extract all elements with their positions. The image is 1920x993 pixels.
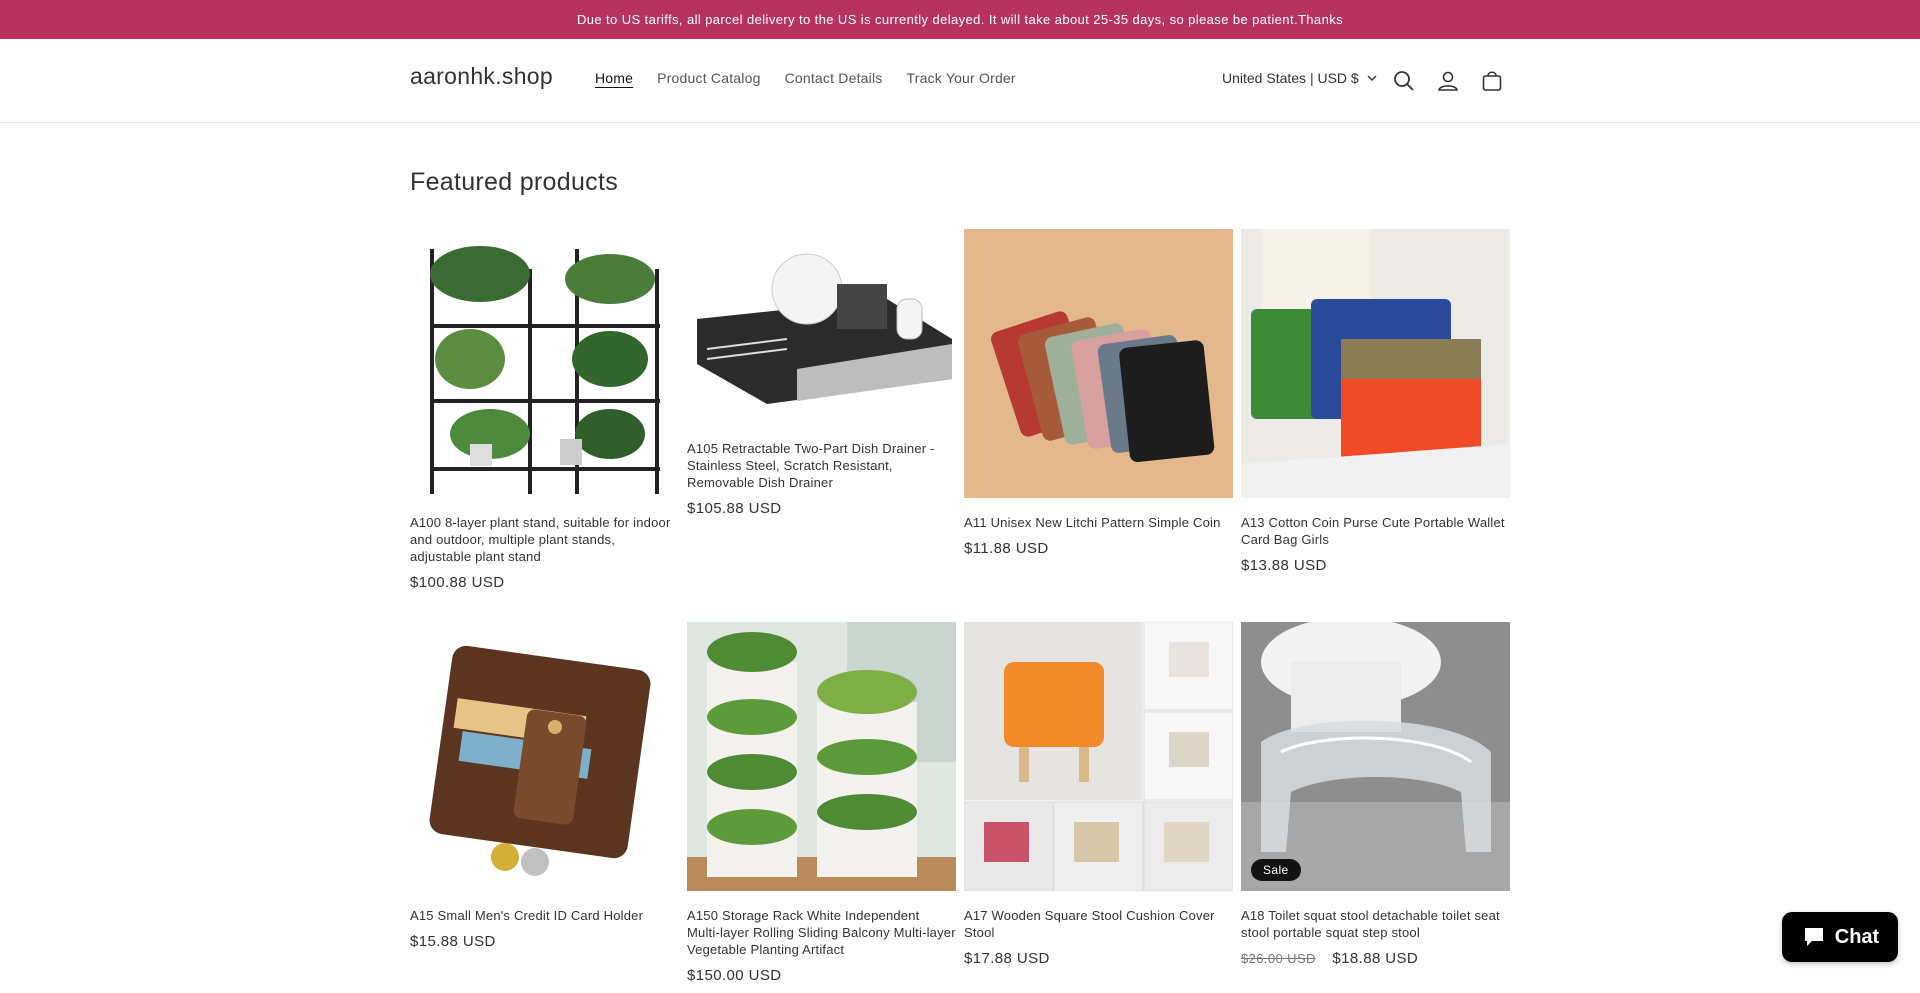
chat-icon: [1804, 928, 1823, 946]
product-card[interactable]: A13 Cotton Coin Purse Cute Portable Wall…: [1241, 229, 1510, 574]
product-card[interactable]: A150 Storage Rack White Independent Mult…: [687, 622, 956, 984]
product-card[interactable]: A17 Wooden Square Stool Cushion Cover St…: [964, 622, 1233, 967]
announcement-bar: Due to US tariffs, all parcel delivery t…: [0, 0, 1920, 39]
featured-products-title: Featured products: [410, 168, 618, 196]
product-image-coin-purse[interactable]: [964, 229, 1233, 498]
product-image-plant-stand[interactable]: [410, 229, 679, 498]
product-card[interactable]: A100 8-layer plant stand, suitable for i…: [410, 229, 679, 591]
main-nav: Home Product Catalog Contact Details Tra…: [595, 70, 1016, 86]
product-card[interactable]: A105 Retractable Two-Part Dish Drainer -…: [687, 229, 956, 517]
nav-track-order[interactable]: Track Your Order: [907, 70, 1016, 86]
product-image-dish-drainer[interactable]: [687, 229, 956, 424]
product-image-wooden-stool[interactable]: [964, 622, 1233, 891]
product-card[interactable]: Sale A18 Toilet squat stool detachable t…: [1241, 622, 1510, 967]
product-image-card-holder[interactable]: [410, 622, 679, 891]
nav-product-catalog[interactable]: Product Catalog: [657, 70, 760, 86]
product-title[interactable]: A18 Toilet squat stool detachable toilet…: [1241, 907, 1510, 941]
product-title[interactable]: A11 Unisex New Litchi Pattern Simple Coi…: [964, 514, 1233, 531]
product-card[interactable]: A11 Unisex New Litchi Pattern Simple Coi…: [964, 229, 1233, 557]
product-price: $105.88 USD: [687, 500, 782, 517]
nav-home[interactable]: Home: [595, 70, 633, 86]
site-header: aaronhk.shop Home Product Catalog Contac…: [0, 39, 1920, 123]
chat-button[interactable]: Chat: [1782, 912, 1898, 962]
product-image-storage-rack[interactable]: [687, 622, 956, 891]
product-title[interactable]: A100 8-layer plant stand, suitable for i…: [410, 514, 679, 565]
product-title[interactable]: A15 Small Men's Credit ID Card Holder: [410, 907, 679, 924]
product-price: $11.88 USD: [964, 540, 1049, 557]
cart-icon[interactable]: [1480, 69, 1504, 93]
country-currency-selector[interactable]: United States | USD $: [1222, 70, 1377, 86]
sale-badge: Sale: [1251, 859, 1301, 881]
product-title[interactable]: A17 Wooden Square Stool Cushion Cover St…: [964, 907, 1233, 941]
chat-label: Chat: [1834, 925, 1880, 948]
product-card[interactable]: A15 Small Men's Credit ID Card Holder $1…: [410, 622, 679, 950]
store-logo[interactable]: aaronhk.shop: [410, 63, 553, 90]
nav-contact-details[interactable]: Contact Details: [785, 70, 883, 86]
product-price: $100.88 USD: [410, 574, 505, 591]
product-sale-price: $18.88 USD: [1332, 950, 1419, 967]
locale-label: United States | USD $: [1222, 70, 1359, 86]
product-price: $13.88 USD: [1241, 557, 1327, 574]
product-title[interactable]: A13 Cotton Coin Purse Cute Portable Wall…: [1241, 514, 1510, 548]
product-title[interactable]: A150 Storage Rack White Independent Mult…: [687, 907, 956, 958]
chevron-down-icon: [1367, 75, 1377, 81]
product-price: $15.88 USD: [410, 933, 496, 950]
product-price: $26.00 USD $18.88 USD: [1241, 950, 1510, 967]
product-image-cotton-purse[interactable]: [1241, 229, 1510, 498]
product-title[interactable]: A105 Retractable Two-Part Dish Drainer -…: [687, 440, 956, 491]
announcement-text: Due to US tariffs, all parcel delivery t…: [576, 12, 1343, 27]
product-price: $17.88 USD: [964, 950, 1050, 967]
account-icon[interactable]: [1436, 69, 1460, 93]
product-compare-price: $26.00 USD: [1241, 951, 1316, 966]
search-icon[interactable]: [1392, 69, 1416, 93]
product-price: $150.00 USD: [687, 967, 782, 984]
product-image-squat-stool[interactable]: Sale: [1241, 622, 1510, 891]
